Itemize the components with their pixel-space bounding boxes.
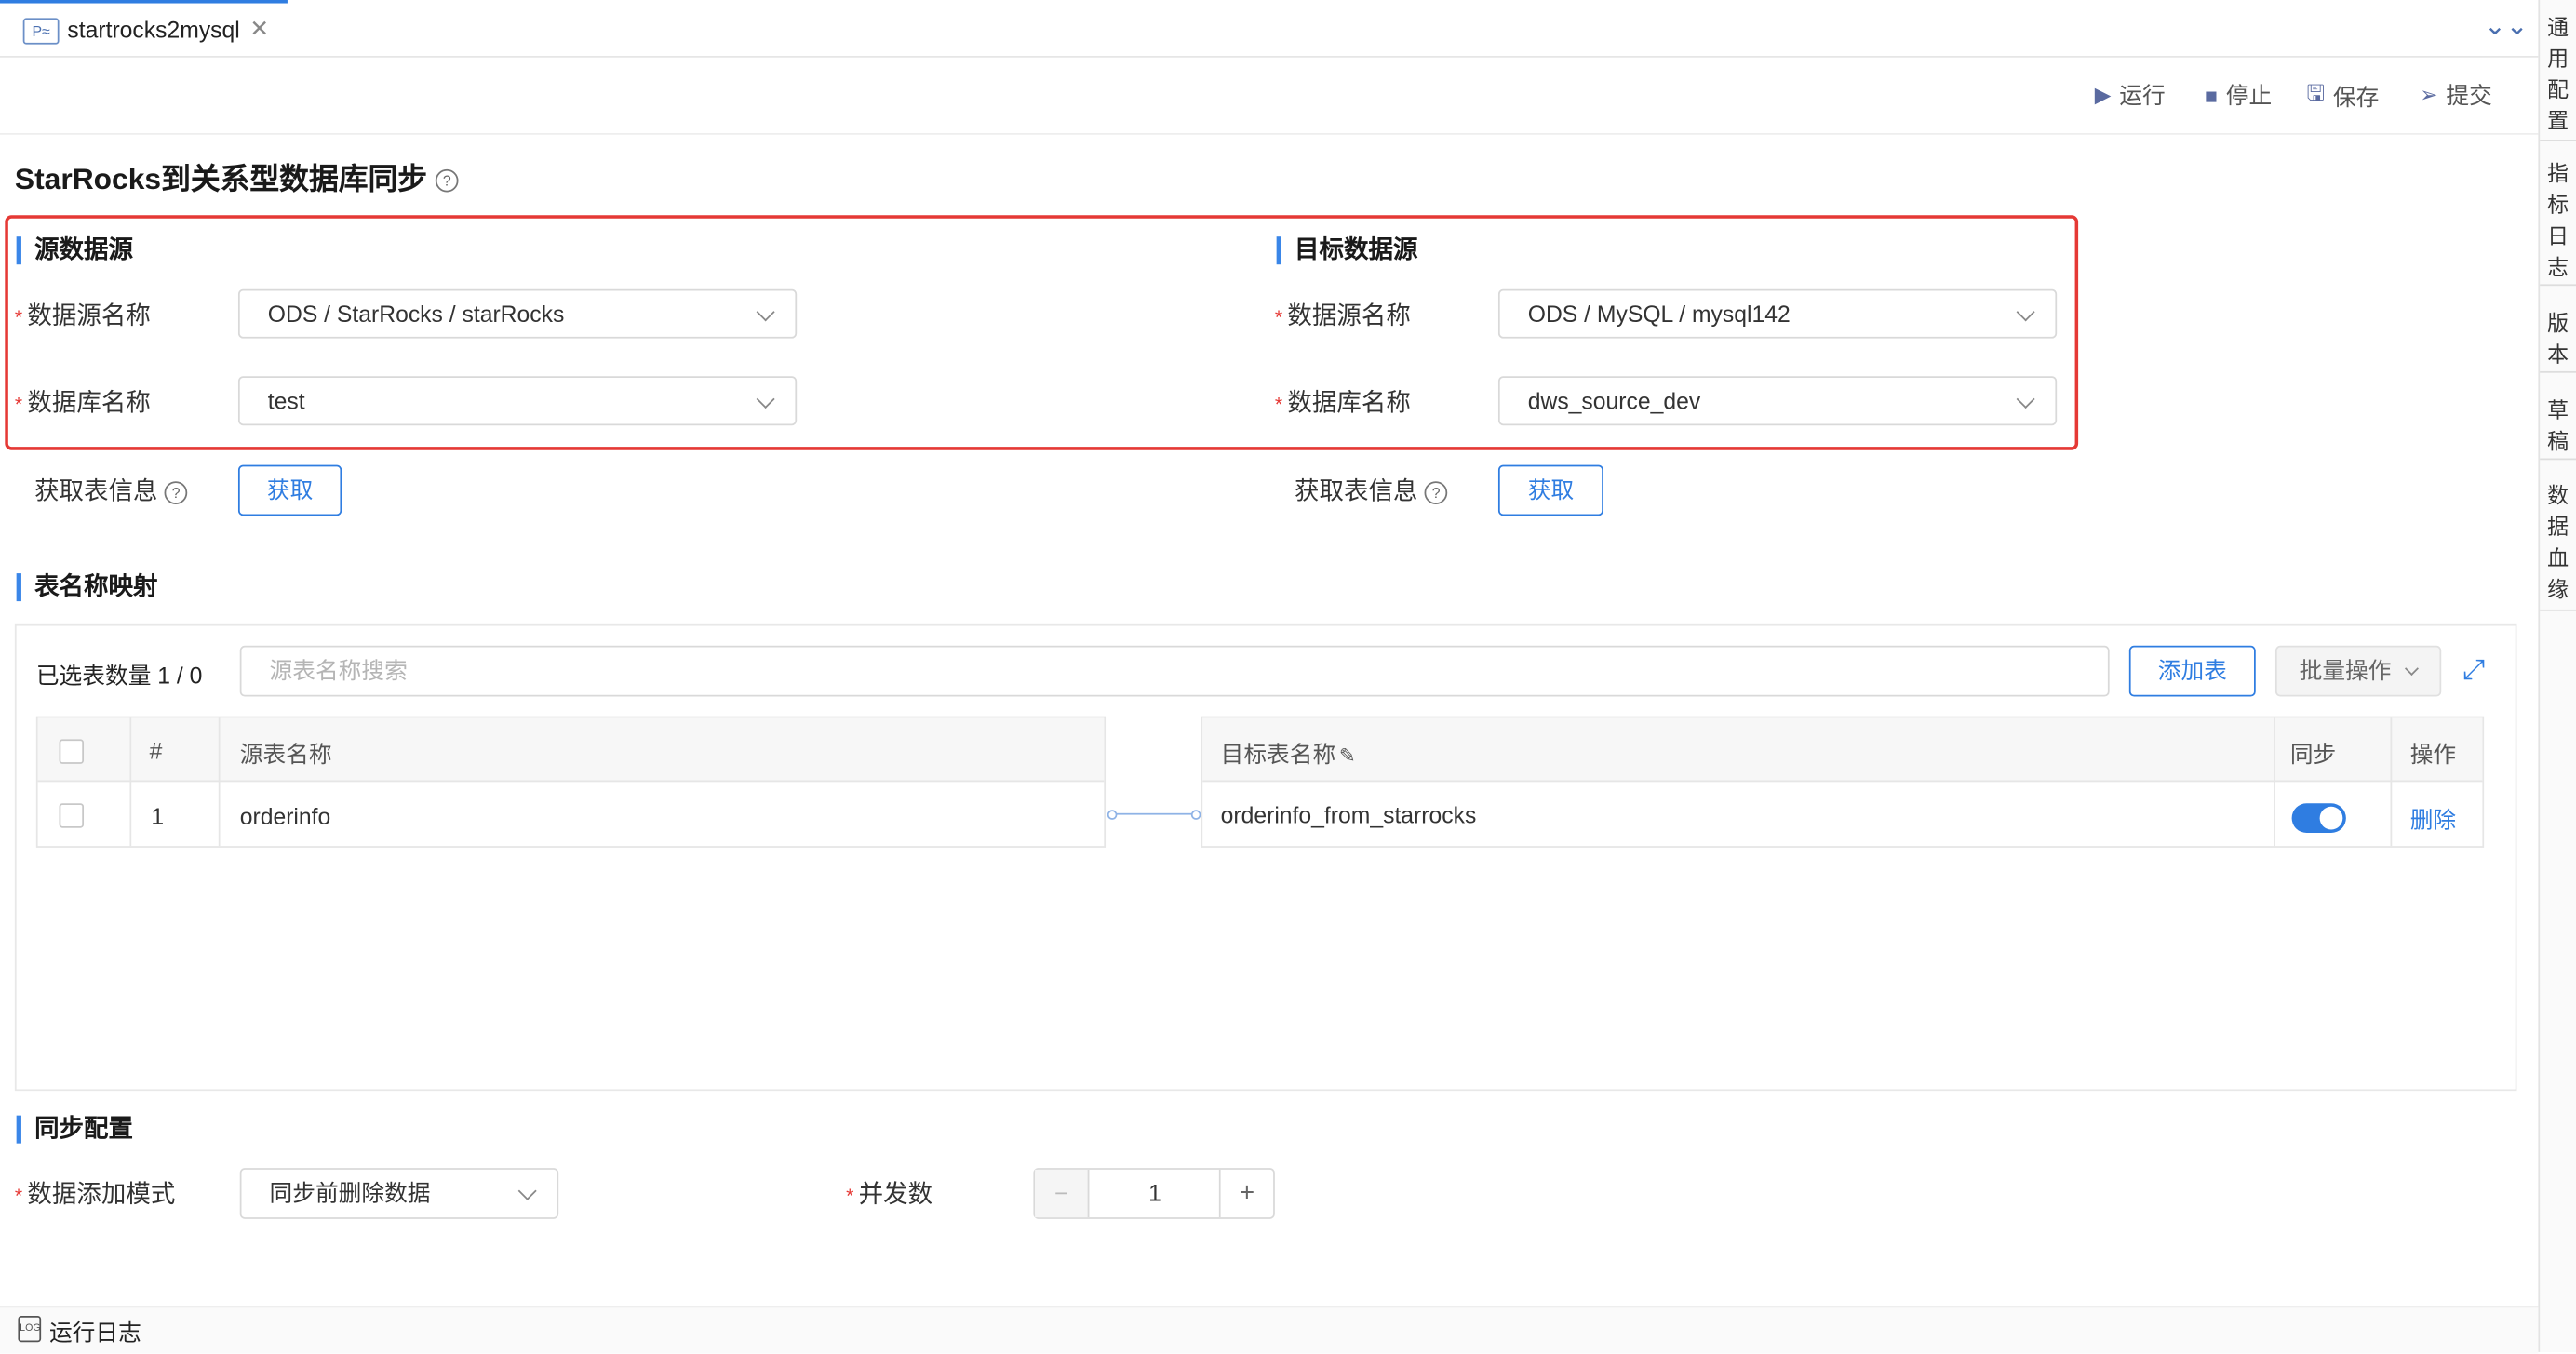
source-section-title: 源数据源	[16, 236, 133, 265]
side-tab-general-config[interactable]: 通用配置	[2540, 5, 2576, 141]
tab-bar	[0, 0, 2539, 58]
column-header-sync: 同步	[2289, 741, 2337, 768]
stop-icon: ■	[2205, 83, 2218, 108]
chevron-down-icon	[756, 389, 775, 409]
side-tab-data-lineage[interactable]: 数据血缘	[2540, 473, 2576, 611]
chevron-down-icon	[517, 1181, 537, 1200]
target-database-label: * 数据库名称	[1274, 389, 1411, 418]
page-title: StarRocks到关系型数据库同步 ?	[15, 156, 459, 199]
selected-count: 已选表数量 1 / 0	[35, 662, 203, 689]
sync-config-section-title: 同步配置	[16, 1115, 133, 1144]
mapping-connector-line	[1110, 812, 1197, 815]
chevron-down-icon	[2405, 661, 2420, 676]
sync-toggle[interactable]	[2291, 803, 2346, 834]
close-icon[interactable]: ✕	[249, 15, 269, 43]
side-tab-version[interactable]: 版本	[2540, 301, 2576, 373]
increment-button[interactable]: +	[1218, 1169, 1273, 1218]
mapping-section-title: 表名称映射	[16, 573, 157, 602]
row-index: 1	[151, 803, 165, 830]
run-log-button[interactable]: 运行日志	[49, 1316, 141, 1348]
chevron-down-icon	[2016, 302, 2035, 322]
fullscreen-icon[interactable]: ⤢	[2462, 654, 2485, 687]
source-fetch-label: 获取表信息 ?	[34, 473, 188, 507]
source-fetch-button[interactable]: 获取	[237, 464, 342, 516]
source-datasource-label: * 数据源名称	[14, 302, 151, 330]
side-tab-metrics-log[interactable]: 指标日志	[2540, 151, 2576, 287]
source-table-grid: # 源表名称 1 orderinfo	[35, 716, 1107, 848]
play-icon: ▶	[2094, 82, 2112, 107]
concurrency-label: * 并发数	[846, 1181, 933, 1210]
target-section-title: 目标数据源	[1276, 236, 1417, 265]
concurrency-value[interactable]: 1	[1089, 1170, 1220, 1217]
bottom-bar	[0, 1306, 2539, 1354]
batch-ops-button[interactable]: 批量操作	[2274, 645, 2442, 697]
edit-icon[interactable]: ✎	[1339, 744, 1356, 768]
target-table-grid: 目标表名称 ✎ 同步 操作 orderinfo_from_starrocks 删除	[1201, 716, 2485, 848]
tab-title: startrocks2mysql	[67, 16, 240, 43]
log-icon: LOG	[18, 1316, 42, 1343]
select-all-checkbox[interactable]	[59, 739, 85, 764]
help-icon[interactable]: ?	[164, 481, 188, 505]
script-file-icon: P≈	[22, 18, 60, 45]
collapse-double-chevron-icon[interactable]: ⌄⌄	[2484, 10, 2528, 43]
save-icon: 🖫	[2306, 80, 2326, 105]
help-icon[interactable]: ?	[1424, 481, 1448, 505]
help-icon[interactable]: ?	[435, 169, 459, 193]
source-datasource-select[interactable]: ODS / StarRocks / starRocks	[237, 288, 798, 339]
delete-row-link[interactable]: 删除	[2410, 803, 2456, 836]
chevron-down-icon	[2016, 389, 2035, 409]
target-fetch-button[interactable]: 获取	[1497, 464, 1603, 516]
tab-startrocks2mysql[interactable]: P≈ startrocks2mysql ✕	[0, 0, 288, 56]
target-datasource-label: * 数据源名称	[1274, 302, 1411, 330]
row-checkbox[interactable]	[59, 803, 85, 828]
send-icon: ➢	[2420, 82, 2438, 107]
data-add-mode-select[interactable]: 同步前删除数据	[239, 1168, 559, 1219]
row-source-table: orderinfo	[239, 803, 331, 830]
column-header-target-name: 目标表名称 ✎	[1220, 741, 1356, 768]
column-header-index: #	[149, 737, 163, 764]
save-button[interactable]: 🖫 保存	[2306, 79, 2379, 115]
decrement-button[interactable]: −	[1035, 1169, 1090, 1218]
column-header-action: 操作	[2409, 741, 2457, 768]
target-fetch-label: 获取表信息 ?	[1295, 473, 1448, 507]
stop-button[interactable]: ■ 停止	[2205, 79, 2272, 112]
source-table-search-input[interactable]: 源表名称搜索	[239, 645, 2110, 697]
source-database-select[interactable]: test	[237, 376, 798, 426]
target-datasource-select[interactable]: ODS / MySQL / mysql142	[1497, 288, 2058, 339]
side-tab-draft[interactable]: 草稿	[2540, 388, 2576, 461]
chevron-down-icon	[756, 302, 775, 322]
right-side-panel: 通用配置 指标日志 版本 草稿 数据血缘	[2538, 0, 2576, 1352]
run-button[interactable]: ▶ 运行	[2095, 79, 2166, 112]
add-table-button[interactable]: 添加表	[2128, 645, 2256, 697]
concurrency-stepper[interactable]: − 1 +	[1033, 1168, 1275, 1219]
row-target-table: orderinfo_from_starrocks	[1220, 801, 1477, 828]
data-add-mode-label: * 数据添加模式	[14, 1181, 176, 1210]
source-database-label: * 数据库名称	[14, 389, 151, 418]
submit-button[interactable]: ➢ 提交	[2420, 79, 2492, 112]
target-database-select[interactable]: dws_source_dev	[1497, 376, 2058, 426]
column-header-source-name: 源表名称	[239, 741, 332, 768]
